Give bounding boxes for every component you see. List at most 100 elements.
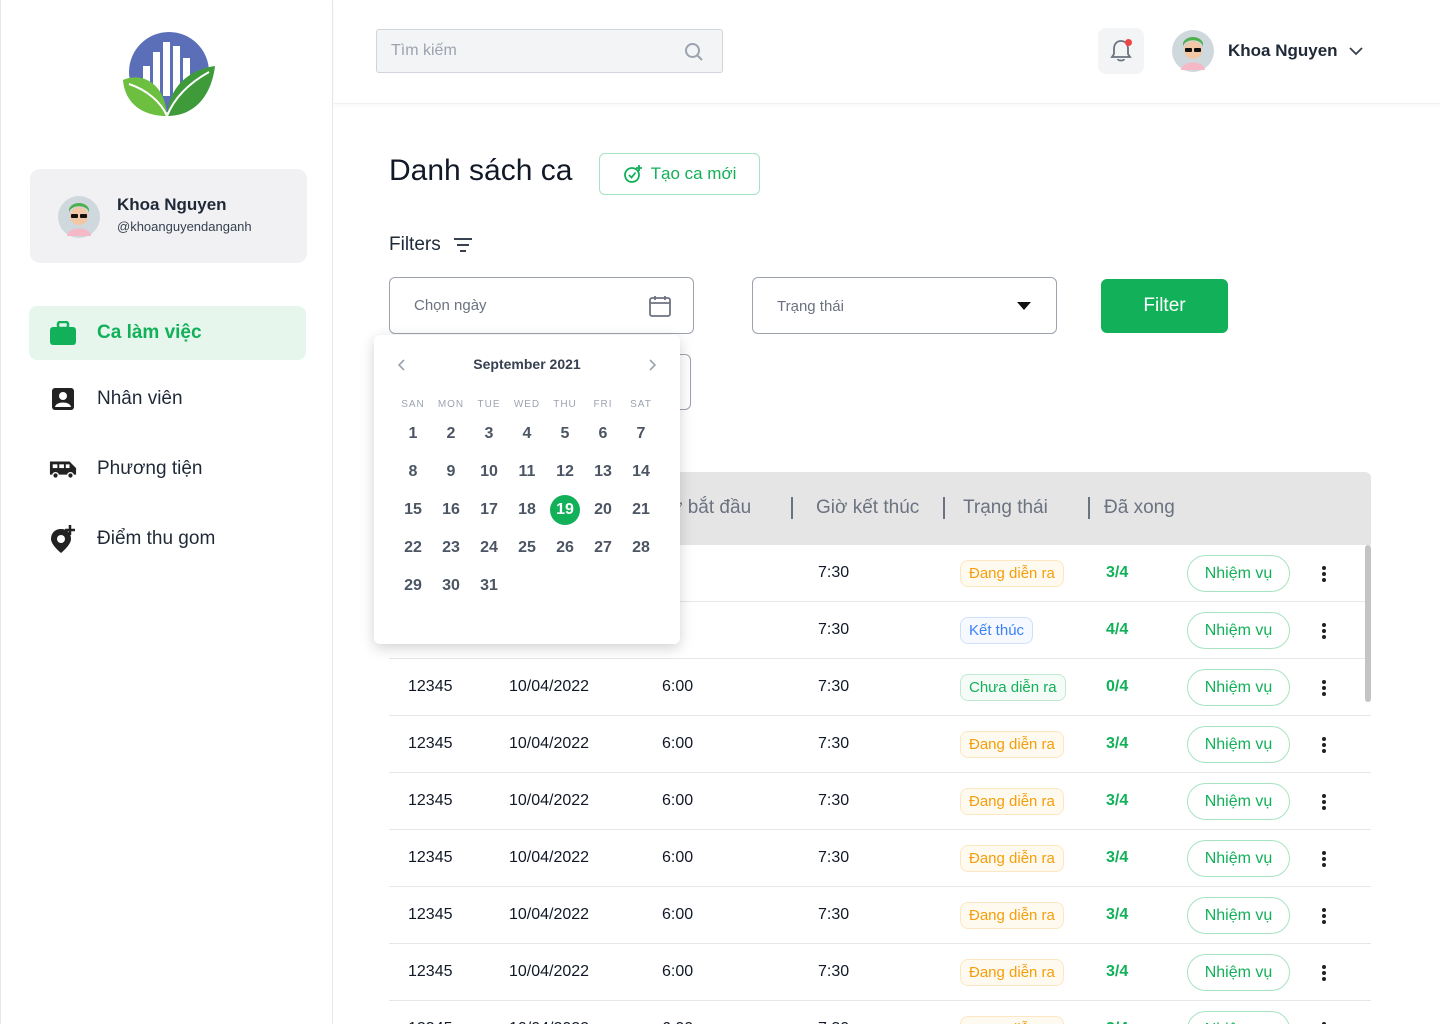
tasks-button[interactable]: Nhiệm vụ (1187, 783, 1290, 820)
profile-card[interactable]: Khoa Nguyen @khoanguyendanganh (30, 169, 307, 263)
tasks-button[interactable]: Nhiệm vụ (1187, 612, 1290, 649)
calendar-day[interactable]: 4 (512, 419, 542, 449)
table-row[interactable]: 12345 10/04/2022 6:00 7:30 Đang diễn ra 3/4 Nh… (389, 830, 1371, 887)
shift-start: 6:00 (662, 678, 694, 695)
calendar-day[interactable]: 15 (398, 495, 428, 525)
weekday-label: WED (513, 399, 541, 410)
calendar-day[interactable]: 30 (436, 571, 466, 601)
status-badge: Đang diễn ra (960, 1016, 1064, 1024)
calendar-day[interactable]: 12 (550, 457, 580, 487)
table-row[interactable]: 12345 10/04/2022 6:00 7:30 Chưa diễn ra 0/4 Nh… (389, 659, 1371, 716)
calendar-day-selected[interactable]: 19 (550, 495, 580, 525)
calendar-day[interactable]: 10 (474, 457, 504, 487)
column-header[interactable]: Giờ kết thúc (816, 497, 919, 519)
filter-button[interactable]: Filter (1101, 279, 1228, 333)
more-options-icon[interactable] (1314, 733, 1334, 757)
calendar-day[interactable]: 17 (474, 495, 504, 525)
column-header[interactable]: Đã xong (1104, 497, 1175, 519)
chevron-right-icon[interactable] (648, 359, 656, 371)
calendar-day[interactable]: 29 (398, 571, 428, 601)
more-options-icon[interactable] (1314, 961, 1334, 985)
done-count: 3/4 (1106, 792, 1129, 809)
shift-id: 12345 (408, 792, 453, 809)
tasks-button[interactable]: Nhiệm vụ (1187, 897, 1290, 934)
table-row[interactable]: 12345 10/04/2022 6:00 7:30 Đang diễn ra 3/4 Nh… (389, 1001, 1371, 1024)
column-header[interactable]: Trạng thái (963, 497, 1048, 519)
calendar-day[interactable]: 13 (588, 457, 618, 487)
calendar-icon[interactable] (649, 295, 671, 317)
calendar-day[interactable]: 25 (512, 533, 542, 563)
calendar-day[interactable]: 5 (550, 419, 580, 449)
calendar-day[interactable]: 8 (398, 457, 428, 487)
done-count: 4/4 (1106, 621, 1129, 638)
calendar-day[interactable]: 22 (398, 533, 428, 563)
calendar-day[interactable]: 27 (588, 533, 618, 563)
table-row[interactable]: 12345 10/04/2022 6:00 7:30 Đang diễn ra 3/4 Nh… (389, 773, 1371, 830)
calendar-day[interactable]: 21 (626, 495, 656, 525)
caret-down-icon (1017, 302, 1031, 310)
status-select[interactable]: Trạng thái (752, 277, 1057, 334)
sidebar-item-vehicles[interactable]: Phương tiện (29, 442, 306, 496)
chevron-down-icon (1348, 47, 1363, 56)
calendar-day[interactable]: 20 (588, 495, 618, 525)
table-scrollbar[interactable] (1365, 545, 1371, 702)
user-menu[interactable]: Khoa Nguyen (1172, 28, 1364, 74)
calendar-day[interactable]: 16 (436, 495, 466, 525)
weekday-label: MON (437, 399, 465, 410)
calendar-day[interactable]: 18 (512, 495, 542, 525)
table-row[interactable]: 12345 10/04/2022 6:00 7:30 Đang diễn ra 3/4 Nh… (389, 716, 1371, 773)
shift-end: 7:30 (818, 963, 850, 980)
done-count: 3/4 (1106, 849, 1129, 866)
calendar-day[interactable]: 14 (626, 457, 656, 487)
calendar-day[interactable]: 26 (550, 533, 580, 563)
calendar-day[interactable]: 24 (474, 533, 504, 563)
sidebar-item-collection-points[interactable]: Điểm thu gom (29, 512, 306, 566)
search-input[interactable] (391, 40, 671, 62)
calendar-day[interactable]: 23 (436, 533, 466, 563)
calendar-day[interactable]: 7 (626, 419, 656, 449)
status-badge: Đang diễn ra (960, 731, 1064, 758)
done-count: 0/4 (1106, 678, 1129, 695)
status-badge: Đang diễn ra (960, 959, 1064, 986)
create-shift-button[interactable]: Tạo ca mới (599, 153, 760, 195)
filter-lines-icon[interactable] (453, 237, 473, 253)
tasks-button[interactable]: Nhiệm vụ (1187, 954, 1290, 991)
search-icon[interactable] (684, 42, 704, 62)
date-picker-field[interactable]: Chọn ngày (389, 277, 694, 334)
more-options-icon[interactable] (1314, 790, 1334, 814)
profile-name: Khoa Nguyen (117, 195, 227, 214)
shift-end: 7:30 (818, 849, 850, 866)
table-row[interactable]: 12345 10/04/2022 6:00 7:30 Đang diễn ra 3/4 Nh… (389, 887, 1371, 944)
notification-button[interactable] (1098, 28, 1144, 74)
shift-end: 7:30 (818, 906, 850, 923)
calendar-day[interactable]: 31 (474, 571, 504, 601)
more-options-icon[interactable] (1314, 847, 1334, 871)
more-options-icon[interactable] (1314, 619, 1334, 643)
column-divider (791, 497, 793, 519)
more-options-icon[interactable] (1314, 904, 1334, 928)
calendar-day[interactable]: 2 (436, 419, 466, 449)
brand-logo (123, 32, 215, 117)
more-options-icon[interactable] (1314, 1018, 1334, 1024)
sidebar-item-staff[interactable]: Nhân viên (29, 372, 306, 426)
tasks-button[interactable]: Nhiệm vụ (1187, 726, 1290, 763)
calendar-day[interactable]: 3 (474, 419, 504, 449)
calendar-day[interactable]: 11 (512, 457, 542, 487)
sidebar-item-shifts[interactable]: Ca làm việc (29, 306, 306, 360)
calendar-header: September 2021 (374, 355, 680, 375)
calendar-day[interactable]: 28 (626, 533, 656, 563)
more-options-icon[interactable] (1314, 562, 1334, 586)
column-divider (943, 497, 945, 519)
calendar-day[interactable]: 9 (436, 457, 466, 487)
more-options-icon[interactable] (1314, 676, 1334, 700)
shift-start: 6:00 (662, 906, 694, 923)
calendar-day[interactable]: 1 (398, 419, 428, 449)
calendar-day[interactable]: 6 (588, 419, 618, 449)
tasks-button[interactable]: Nhiệm vụ (1187, 840, 1290, 877)
tasks-button[interactable]: Nhiệm vụ (1187, 669, 1290, 706)
tasks-button[interactable]: Nhiệm vụ (1187, 555, 1290, 592)
sidebar-item-label: Nhân viên (97, 388, 183, 409)
table-row[interactable]: 12345 10/04/2022 6:00 7:30 Đang diễn ra 3/4 Nh… (389, 944, 1371, 1001)
tasks-button[interactable]: Nhiệm vụ (1187, 1011, 1290, 1024)
column-header[interactable]: ờ bắt đầu (670, 497, 751, 519)
